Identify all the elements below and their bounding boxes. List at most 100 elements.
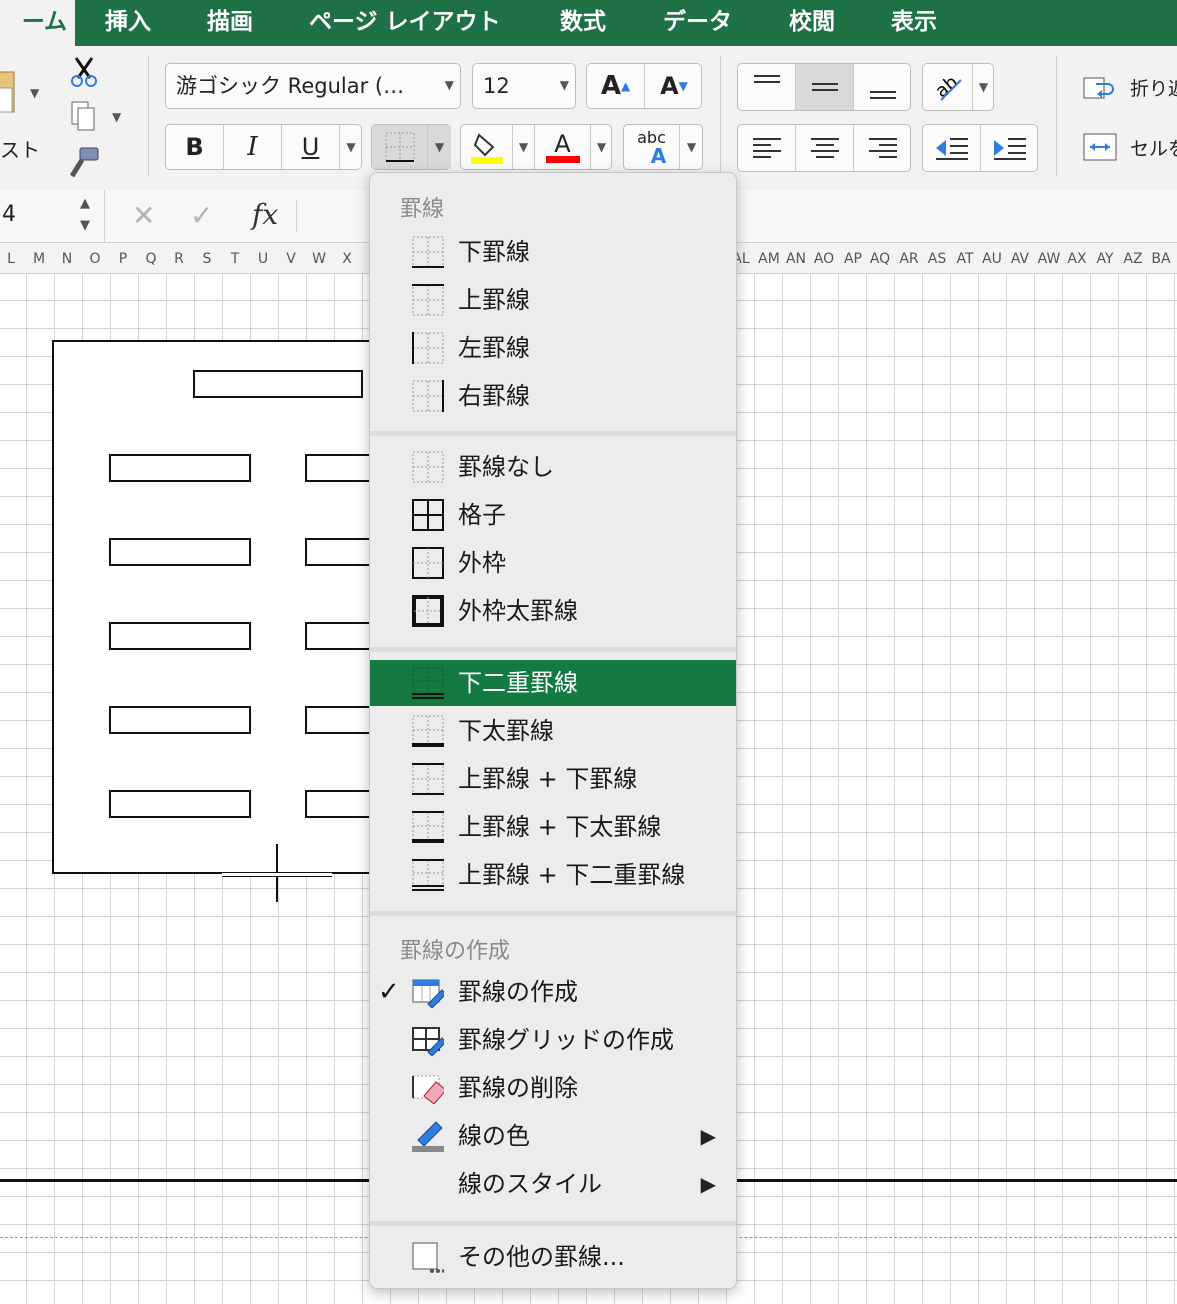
tab-data[interactable]: データ: [663, 0, 732, 46]
wrap-text-button[interactable]: 折り返: [1082, 74, 1177, 106]
column-header[interactable]: AT: [951, 243, 979, 273]
tab-formulas[interactable]: 数式: [560, 0, 606, 46]
tab-page-layout[interactable]: ページ レイアウト: [309, 0, 501, 46]
column-header[interactable]: AR: [895, 243, 923, 273]
column-header[interactable]: U: [249, 243, 277, 273]
increase-indent-button[interactable]: [981, 125, 1039, 171]
align-left-button[interactable]: [738, 125, 796, 171]
align-right-button[interactable]: [854, 125, 912, 171]
menu-item-bottom-double-border[interactable]: 下二重罫線: [370, 660, 736, 706]
column-header[interactable]: L: [0, 243, 25, 273]
merge-cells-button[interactable]: セルを: [1082, 132, 1177, 164]
font-size-select[interactable]: 12 ▼: [472, 63, 576, 109]
menu-item-label: 罫線の作成: [458, 978, 578, 1006]
font-name-select[interactable]: 游ゴシック Regular (… ▼: [165, 63, 461, 109]
column-header[interactable]: T: [221, 243, 249, 273]
bold-button[interactable]: B: [166, 125, 224, 169]
copy-dropdown-icon[interactable]: ▼: [112, 110, 121, 124]
column-header[interactable]: W: [305, 243, 333, 273]
menu-item-top-thick-bottom-border[interactable]: 上罫線 + 下太罫線: [370, 804, 736, 850]
column-header[interactable]: AU: [978, 243, 1006, 273]
menu-item-top-bottom-border[interactable]: 上罫線 + 下罫線: [370, 756, 736, 802]
menu-item-right-border[interactable]: 右罫線: [370, 373, 736, 419]
column-header[interactable]: AZ: [1119, 243, 1147, 273]
orientation-dropdown[interactable]: ▼: [973, 64, 994, 110]
shrink-font-button[interactable]: A ▼: [645, 64, 703, 108]
paste-button[interactable]: [0, 68, 22, 118]
menu-item-line-color[interactable]: 線の色 ▶: [370, 1113, 736, 1159]
name-box[interactable]: 4 ▲ ▼: [0, 190, 105, 242]
align-middle-button[interactable]: [796, 64, 854, 110]
column-header[interactable]: AM: [755, 243, 783, 273]
format-painter-icon[interactable]: [66, 146, 102, 180]
menu-item-bottom-border[interactable]: 下罫線: [370, 229, 736, 275]
column-header[interactable]: R: [165, 243, 193, 273]
insert-function-icon[interactable]: fx: [252, 190, 278, 240]
column-header[interactable]: AS: [923, 243, 951, 273]
menu-item-more-borders[interactable]: その他の罫線...: [370, 1234, 736, 1280]
tab-view[interactable]: 表示: [891, 0, 937, 46]
column-header[interactable]: AP: [839, 243, 867, 273]
copy-icon[interactable]: [68, 100, 100, 134]
menu-item-left-border[interactable]: 左罫線: [370, 325, 736, 371]
tab-insert[interactable]: 挿入: [105, 0, 151, 46]
column-header[interactable]: AW: [1035, 243, 1063, 273]
column-header[interactable]: AN: [782, 243, 810, 273]
align-bottom-button[interactable]: [854, 64, 912, 110]
menu-item-all-borders[interactable]: 格子: [370, 492, 736, 538]
menu-item-top-double-bottom-border[interactable]: 上罫線 + 下二重罫線: [370, 852, 736, 898]
column-header[interactable]: Q: [137, 243, 165, 273]
shrink-font-glyph: A: [660, 72, 679, 100]
text-effects-dropdown[interactable]: ▼: [680, 125, 703, 169]
fill-color-dropdown[interactable]: ▼: [513, 125, 535, 169]
cut-icon[interactable]: [68, 54, 100, 90]
align-top-button[interactable]: [738, 64, 796, 110]
grow-font-button[interactable]: A ▲: [587, 64, 645, 108]
tab-draw[interactable]: 描画: [207, 0, 253, 46]
borders-dropdown[interactable]: ▼: [428, 125, 451, 169]
italic-button[interactable]: I: [224, 125, 282, 169]
cancel-entry-icon[interactable]: ✕: [132, 190, 155, 242]
menu-item-label: 罫線の削除: [458, 1074, 578, 1102]
column-header[interactable]: AX: [1063, 243, 1091, 273]
paste-dropdown-icon[interactable]: ▼: [30, 86, 39, 100]
tab-review[interactable]: 校閲: [789, 0, 835, 46]
menu-item-draw-border[interactable]: ✓ 罫線の作成: [370, 969, 736, 1015]
paste-icon: [0, 71, 15, 113]
font-color-dropdown[interactable]: ▼: [591, 125, 612, 169]
menu-item-label: 線のスタイル: [458, 1170, 602, 1198]
fill-color-button[interactable]: [461, 125, 513, 169]
menu-item-no-border[interactable]: 罫線なし: [370, 444, 736, 490]
underline-button[interactable]: U: [282, 125, 340, 169]
confirm-entry-icon[interactable]: ✓: [190, 190, 213, 242]
menu-item-outside-borders[interactable]: 外枠: [370, 540, 736, 586]
column-header[interactable]: BA: [1147, 243, 1175, 273]
column-header[interactable]: M: [25, 243, 53, 273]
menu-item-top-border[interactable]: 上罫線: [370, 277, 736, 323]
menu-item-erase-border[interactable]: 罫線の削除: [370, 1065, 736, 1111]
column-header[interactable]: X: [333, 243, 361, 273]
text-effects-button[interactable]: abc A: [624, 125, 680, 169]
orientation-button[interactable]: ab: [923, 64, 973, 110]
column-header[interactable]: S: [193, 243, 221, 273]
borders-button[interactable]: [372, 125, 428, 169]
column-header[interactable]: AV: [1006, 243, 1034, 273]
column-header[interactable]: AY: [1091, 243, 1119, 273]
menu-item-thick-outside-borders[interactable]: 外枠太罫線: [370, 588, 736, 634]
decrease-indent-button[interactable]: [923, 125, 981, 171]
menu-item-line-style[interactable]: 線のスタイル ▶: [370, 1161, 736, 1207]
border-top-thick-bottom-icon: [412, 811, 444, 843]
menu-item-draw-border-grid[interactable]: 罫線グリッドの作成: [370, 1017, 736, 1063]
column-header[interactable]: O: [81, 243, 109, 273]
column-header[interactable]: AQ: [866, 243, 894, 273]
underline-dropdown[interactable]: ▼: [340, 125, 362, 169]
menu-item-thick-bottom-border[interactable]: 下太罫線: [370, 708, 736, 754]
tab-home[interactable]: ーム: [0, 0, 75, 46]
column-header[interactable]: V: [277, 243, 305, 273]
column-header[interactable]: P: [109, 243, 137, 273]
column-header[interactable]: AO: [810, 243, 838, 273]
column-header[interactable]: N: [53, 243, 81, 273]
font-color-button[interactable]: A: [535, 125, 591, 169]
align-center-button[interactable]: [796, 125, 854, 171]
border-outside-icon: [412, 547, 444, 579]
